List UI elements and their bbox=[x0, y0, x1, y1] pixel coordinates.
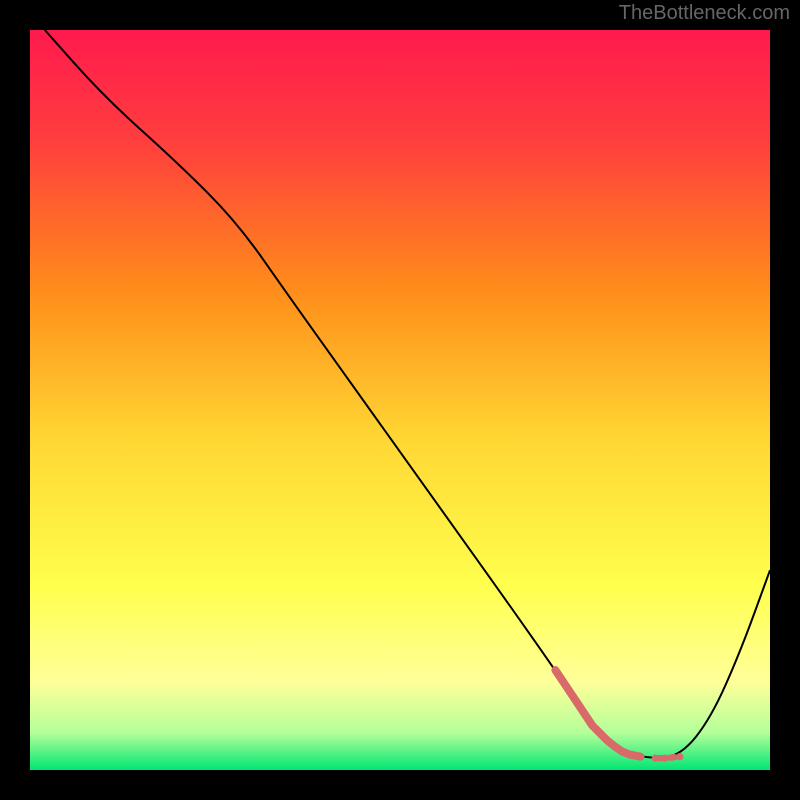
chart-svg bbox=[30, 30, 770, 770]
watermark-text: TheBottleneck.com bbox=[619, 2, 790, 25]
gradient-background bbox=[30, 30, 770, 770]
chart-container: TheBottleneck.com bbox=[0, 0, 800, 800]
plot-area bbox=[30, 30, 770, 770]
